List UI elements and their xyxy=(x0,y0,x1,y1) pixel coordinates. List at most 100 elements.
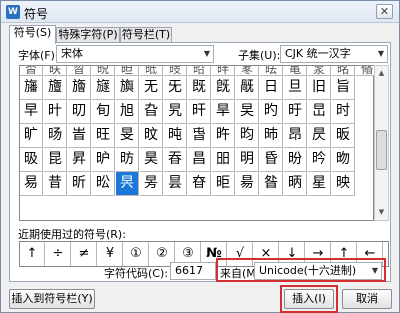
symbol-cell[interactable]: 旨 xyxy=(332,76,355,100)
symbol-cell[interactable]: 昇 xyxy=(68,148,91,172)
symbol-cell[interactable]: 旰 xyxy=(188,100,211,124)
symbol-cell[interactable]: 㫞 xyxy=(164,66,187,76)
recent-symbol-cell[interactable]: ÷ xyxy=(46,242,71,266)
symbol-cell[interactable]: 旺 xyxy=(92,124,115,148)
symbol-cell[interactable]: 旭 xyxy=(116,100,139,124)
symbol-cell[interactable]: 旫 xyxy=(68,100,91,124)
recent-symbol-cell[interactable]: ≠ xyxy=(72,242,97,266)
symbol-cell[interactable]: 昍 xyxy=(212,148,235,172)
symbol-cell[interactable]: 昅 xyxy=(20,148,43,172)
symbol-cell[interactable]: 昏 xyxy=(260,148,283,172)
symbol-cell[interactable]: 昋 xyxy=(164,148,187,172)
symbol-cell[interactable]: 㫢 xyxy=(260,66,283,76)
symbol-cell[interactable]: 时 xyxy=(332,100,355,124)
symbol-cell[interactable]: 旝 xyxy=(68,76,91,100)
symbol-cell[interactable]: 昗 xyxy=(116,172,139,196)
symbol-cell[interactable]: 旤 xyxy=(236,76,259,100)
symbol-cell[interactable]: 昔 xyxy=(44,172,67,196)
symbol-cell[interactable]: 昄 xyxy=(332,124,355,148)
recent-symbol-cell[interactable]: ¥ xyxy=(98,242,123,266)
symbol-cell[interactable]: 旴 xyxy=(284,100,307,124)
symbol-cell[interactable]: 旱 xyxy=(212,100,235,124)
grid-scrollbar[interactable]: ▲ ▼ xyxy=(374,65,389,221)
symbol-cell[interactable]: 旸 xyxy=(44,124,67,148)
recent-symbol-cell[interactable]: ① xyxy=(124,242,149,266)
symbol-cell[interactable]: 易 xyxy=(20,172,43,196)
symbol-cell[interactable]: 昒 xyxy=(332,148,355,172)
symbol-cell[interactable]: 旷 xyxy=(20,124,43,148)
tab-symbols[interactable]: 符号(S) xyxy=(9,25,56,44)
symbol-cell[interactable]: 㫤 xyxy=(308,66,331,76)
symbol-cell[interactable]: 旧 xyxy=(308,76,331,100)
symbol-cell[interactable]: 昌 xyxy=(188,148,211,172)
symbol-cell[interactable]: 旮 xyxy=(140,100,163,124)
insert-to-symbol-bar-button[interactable]: 插入到符号栏(Y) xyxy=(9,289,95,309)
symbol-cell[interactable]: 昃 xyxy=(308,124,331,148)
symbol-cell[interactable]: 旼 xyxy=(140,124,163,148)
symbol-cell[interactable]: 旣 xyxy=(212,76,235,100)
cancel-button[interactable]: 取消 xyxy=(342,289,392,309)
symbol-cell[interactable]: 旿 xyxy=(212,124,235,148)
symbol-cell[interactable]: 㫜 xyxy=(116,66,139,76)
symbol-cell[interactable]: 既 xyxy=(188,76,211,100)
scroll-up-icon[interactable]: ▲ xyxy=(375,66,388,81)
symbol-cell[interactable]: 旛 xyxy=(20,76,43,100)
symbol-cell[interactable]: 明 xyxy=(236,148,259,172)
symbol-cell[interactable]: 旳 xyxy=(260,100,283,124)
symbol-cell[interactable]: 旟 xyxy=(116,76,139,100)
symbol-cell[interactable]: 㫚 xyxy=(68,66,91,76)
symbol-cell[interactable]: 㫛 xyxy=(92,66,115,76)
symbol-cell[interactable]: 旦 xyxy=(284,76,307,100)
symbol-cell[interactable]: 㫠 xyxy=(212,66,235,76)
symbol-cell[interactable]: 昝 xyxy=(260,172,283,196)
symbol-cell[interactable]: 㫣 xyxy=(284,66,307,76)
symbol-cell[interactable]: 旹 xyxy=(68,124,91,148)
symbol-cell[interactable]: 旲 xyxy=(236,100,259,124)
symbol-cell[interactable]: 旡 xyxy=(164,76,187,100)
symbol-cell[interactable]: 昀 xyxy=(236,124,259,148)
tab-symbol-bar[interactable]: 符号栏(T) xyxy=(120,27,172,43)
symbol-cell[interactable]: 旪 xyxy=(44,100,67,124)
symbol-cell[interactable]: 㫟 xyxy=(188,66,211,76)
symbol-cell[interactable]: 旻 xyxy=(116,124,139,148)
close-button[interactable]: ✕ xyxy=(376,4,393,19)
tab-special-chars[interactable]: 特殊字符(P) xyxy=(56,27,120,43)
symbol-cell[interactable]: 昈 xyxy=(92,148,115,172)
symbol-cell[interactable]: 旾 xyxy=(188,124,211,148)
symbol-cell[interactable]: 旽 xyxy=(164,124,187,148)
symbol-cell[interactable]: 旞 xyxy=(92,76,115,100)
symbol-cell[interactable]: 旵 xyxy=(308,100,331,124)
char-code-input[interactable]: 6617 xyxy=(170,262,216,280)
symbol-cell[interactable]: 㫥 xyxy=(332,66,355,76)
symbol-cell[interactable]: 旬 xyxy=(92,100,115,124)
scroll-thumb[interactable] xyxy=(376,130,387,170)
symbol-cell[interactable]: 旜 xyxy=(44,76,67,100)
symbol-cell[interactable]: 日 xyxy=(260,76,283,100)
symbol-cell[interactable]: 无 xyxy=(140,76,163,100)
symbol-cell[interactable]: 昚 xyxy=(188,172,211,196)
symbol-cell[interactable]: 㫝 xyxy=(140,66,163,76)
symbol-cell[interactable]: 昂 xyxy=(284,124,307,148)
symbol-cell[interactable]: 昁 xyxy=(260,124,283,148)
symbol-cell[interactable]: 㫙 xyxy=(44,66,67,76)
recent-symbol-cell[interactable]: ↑ xyxy=(20,242,45,266)
symbol-cell[interactable]: 昖 xyxy=(92,172,115,196)
symbol-cell[interactable]: 昕 xyxy=(68,172,91,196)
subset-select[interactable]: CJK 统一汉字 ▼ xyxy=(280,45,388,63)
symbol-cell[interactable]: 星 xyxy=(308,172,331,196)
font-select[interactable]: 宋体 ▼ xyxy=(56,45,214,63)
symbol-cell[interactable]: 昘 xyxy=(140,172,163,196)
symbol-cell[interactable]: 昜 xyxy=(236,172,259,196)
symbol-cell[interactable]: 昛 xyxy=(212,172,235,196)
scroll-down-icon[interactable]: ▼ xyxy=(375,205,388,220)
symbol-cell[interactable]: 昆 xyxy=(44,148,67,172)
symbol-cell[interactable]: 昙 xyxy=(164,172,187,196)
symbol-cell[interactable]: 昊 xyxy=(140,148,163,172)
symbol-cell[interactable]: 旯 xyxy=(164,100,187,124)
symbol-cell[interactable]: 㫡 xyxy=(236,66,259,76)
symbol-cell[interactable]: 昉 xyxy=(116,148,139,172)
symbol-cell[interactable]: 㫘 xyxy=(20,66,43,76)
symbol-cell[interactable]: 昑 xyxy=(308,148,331,172)
symbol-cell[interactable]: 映 xyxy=(332,172,355,196)
symbol-cell[interactable]: 昞 xyxy=(284,172,307,196)
